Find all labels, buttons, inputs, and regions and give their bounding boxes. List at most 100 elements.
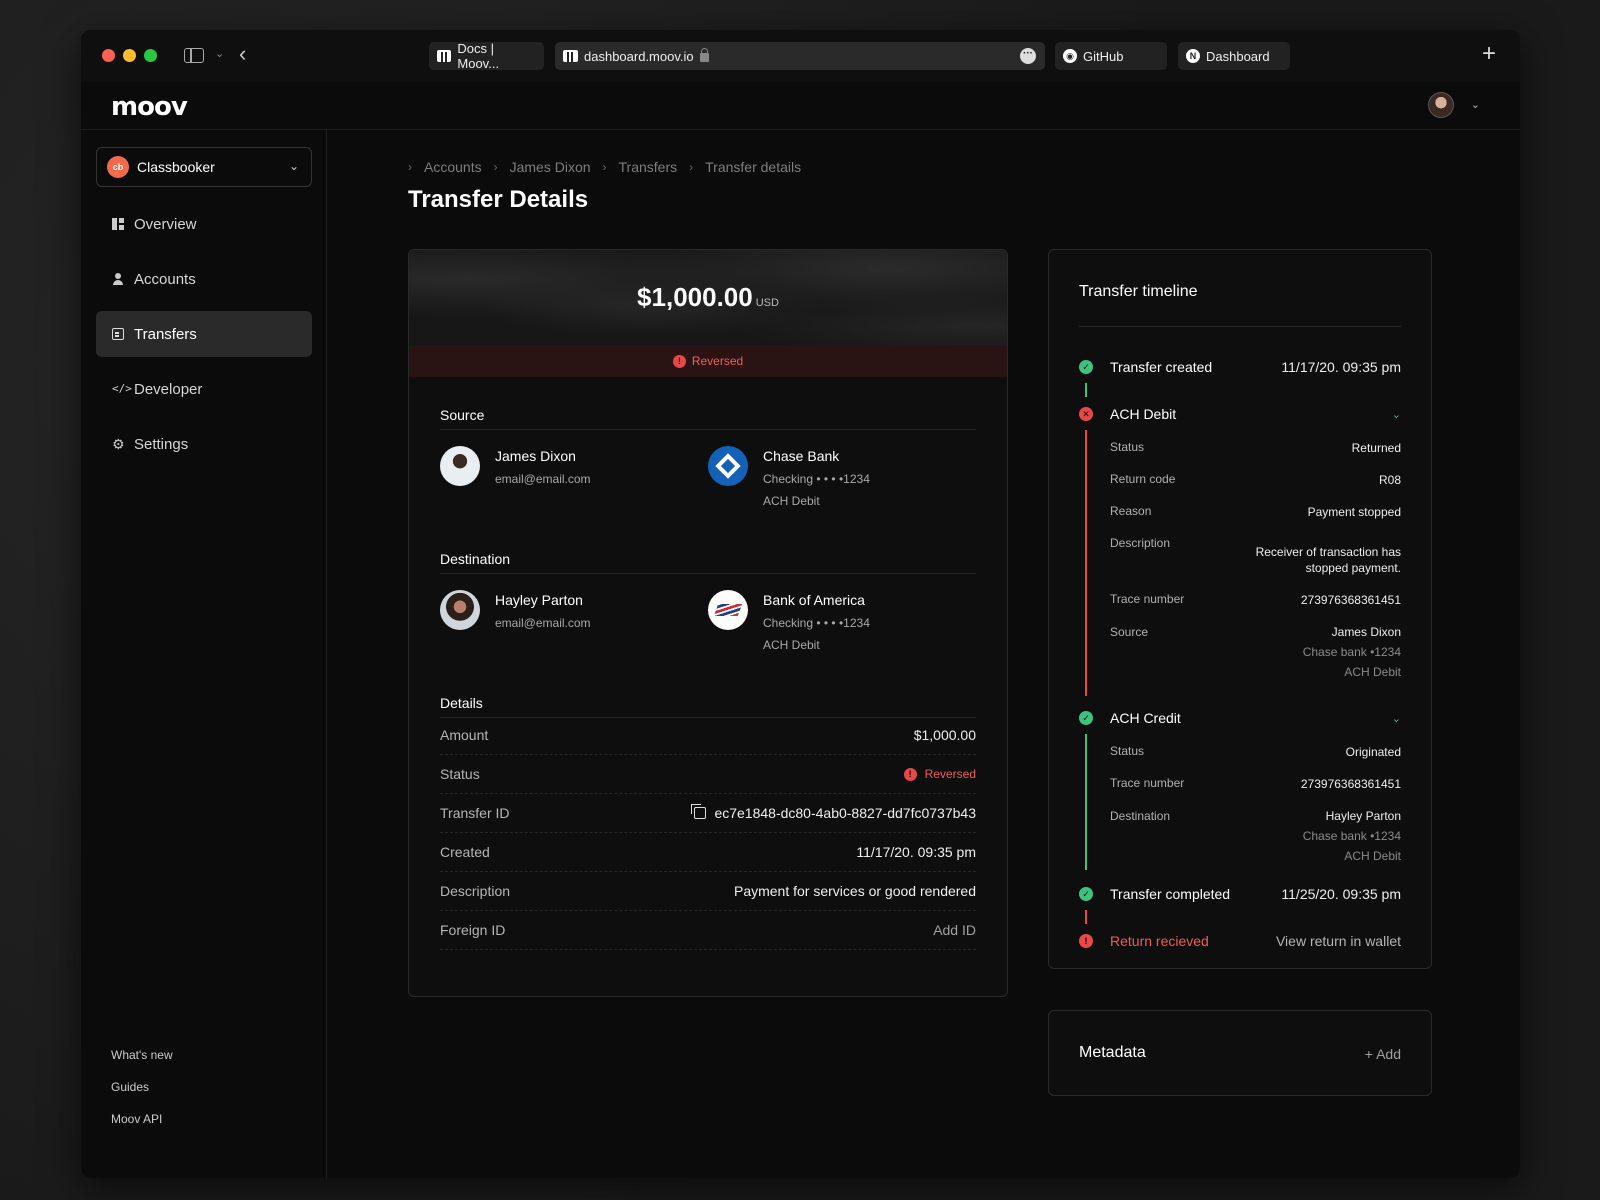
sidebar-item-label: Overview (134, 215, 197, 233)
amount-header: $1,000.00 USD (409, 250, 1007, 345)
browser-tab-dashboard-url[interactable]: dashboard.moov.io ··· (555, 42, 1045, 70)
avatar (440, 590, 480, 630)
browser-tab-docs[interactable]: Docs | Moov... (429, 41, 544, 71)
chevron-right-icon: › (493, 160, 498, 174)
timeline-return-label: Return recieved (1110, 933, 1209, 949)
source-email: email@email.com (495, 472, 591, 486)
chevron-right-icon: › (602, 160, 607, 174)
avatar (440, 446, 480, 486)
whats-new-link[interactable]: What's new (111, 1048, 173, 1062)
copy-icon[interactable] (691, 804, 707, 819)
chase-bank-icon (708, 446, 748, 486)
credit-key: Trace number (1110, 776, 1185, 790)
source-method: ACH Debit (763, 494, 820, 508)
github-icon: ◉ (1063, 49, 1077, 63)
guides-link[interactable]: Guides (111, 1080, 149, 1094)
new-tab-icon[interactable]: + (1482, 40, 1496, 68)
destination-bank: Chase bank •1234 (1302, 829, 1401, 843)
debit-key: Status (1110, 440, 1145, 454)
destination-bank[interactable]: Bank of America Checking • • • •1234 ACH… (708, 590, 870, 652)
details-heading: Details (440, 695, 976, 718)
chevron-down-icon: ⌄ (288, 159, 299, 173)
add-metadata-button[interactable]: + Add (1365, 1046, 1401, 1062)
source-bank: Chase bank •1234 (1302, 645, 1401, 659)
source-bank[interactable]: Chase Bank Checking • • • •1234 ACH Debi… (708, 446, 870, 508)
detail-value: Payment for services or good rendered (733, 883, 976, 899)
breadcrumb-transfers[interactable]: Transfers (619, 159, 678, 176)
chevron-down-icon[interactable]: ⌄ (215, 47, 224, 60)
detail-row-status: Status ! Reversed (440, 755, 976, 794)
more-options-icon[interactable]: ··· (1020, 48, 1036, 64)
metadata-title: Metadata (1079, 1044, 1146, 1061)
check-icon: ✓ (1079, 360, 1093, 374)
browser-tab-notion-dashboard[interactable]: N Dashboard (1178, 42, 1290, 70)
code-icon: </> (112, 382, 132, 395)
org-name: Classbooker (137, 159, 215, 175)
browser-window: ⌄ ‹ Docs | Moov... dashboard.moov.io ···… (81, 30, 1520, 1178)
timeline-debit-label[interactable]: ACH Debit (1110, 406, 1176, 422)
destination-name: Hayley Parton (1325, 809, 1401, 823)
close-window-button[interactable] (102, 49, 115, 62)
breadcrumb-accounts[interactable]: Accounts (424, 159, 482, 176)
timeline-connector (1085, 430, 1087, 696)
user-avatar[interactable] (1428, 92, 1454, 118)
source-account[interactable]: James Dixon email@email.com (440, 446, 591, 486)
debit-source-value: James Dixon Chase bank •1234 ACH Debit (1303, 624, 1401, 680)
detail-key: Foreign ID (440, 922, 506, 938)
error-x-icon: ✕ (1079, 407, 1093, 421)
credit-value: Originated (1345, 745, 1401, 759)
transfer-id-value[interactable]: ec7e1848-dc80-4ab0-8827-dd7fc0737b43 (691, 804, 976, 821)
sidebar-item-overview[interactable]: Overview (96, 201, 312, 247)
timeline-created-time: 11/17/20. 09:35 pm (1281, 359, 1401, 375)
timeline-connector (1085, 383, 1087, 397)
detail-row-description: Description Payment for services or good… (440, 872, 976, 911)
document-icon (112, 328, 124, 340)
debit-key: Trace number (1110, 592, 1185, 606)
alert-icon: ! (672, 354, 686, 368)
main-content: › Accounts › James Dixon › Transfers › T… (328, 130, 1520, 1178)
timeline-created-label: Transfer created (1110, 359, 1213, 375)
tab-label: Dashboard (1206, 48, 1270, 64)
sidebar-item-accounts[interactable]: Accounts (96, 256, 312, 302)
sidebar-item-developer[interactable]: </> Developer (96, 366, 312, 412)
destination-account[interactable]: Hayley Parton email@email.com (440, 590, 591, 630)
moov-api-link[interactable]: Moov API (111, 1112, 162, 1126)
detail-key: Created (440, 844, 490, 860)
add-foreign-id-button[interactable]: Add ID (933, 922, 976, 938)
alert-icon: ! (903, 767, 917, 781)
breadcrumb-current: Transfer details (705, 159, 802, 175)
detail-row-transfer-id: Transfer ID ec7e1848-dc80-4ab0-8827-dd7f… (440, 794, 976, 833)
status-text: Reversed (924, 767, 976, 781)
sidebar-item-settings[interactable]: ⚙ Settings (96, 421, 312, 467)
moov-logo[interactable]: moov (111, 92, 188, 122)
chevron-down-icon[interactable]: ⌄ (1392, 408, 1401, 421)
maximize-window-button[interactable] (144, 49, 157, 62)
chevron-down-icon[interactable]: ⌄ (1392, 712, 1401, 725)
sidebar-toggle-icon[interactable] (184, 48, 204, 63)
timeline-credit-label[interactable]: ACH Credit (1110, 710, 1181, 726)
sidebar-item-transfers[interactable]: Transfers (96, 311, 312, 357)
breadcrumb-account-name[interactable]: James Dixon (510, 159, 591, 176)
chevron-down-icon[interactable]: ⌄ (1471, 98, 1480, 111)
user-icon (112, 273, 124, 285)
source-name: James Dixon (1331, 625, 1401, 639)
org-switcher[interactable]: cb Classbooker ⌄ (96, 147, 312, 187)
sidebar-item-label: Settings (134, 435, 189, 453)
transfer-id-text: ec7e1848-dc80-4ab0-8827-dd7fc0737b43 (714, 805, 976, 821)
detail-row-amount: Amount $1,000.00 (440, 716, 976, 755)
debit-key: Return code (1110, 472, 1176, 486)
credit-key: Destination (1110, 809, 1171, 823)
debit-value: Returned (1351, 441, 1401, 455)
gear-icon: ⚙ (112, 436, 125, 452)
transfer-card: $1,000.00 USD ! Reversed Source James Dix… (408, 249, 1008, 997)
sidebar-item-label: Accounts (134, 270, 196, 288)
browser-tab-github[interactable]: ◉ GitHub (1055, 42, 1167, 70)
back-arrow-icon[interactable]: ‹ (239, 41, 246, 67)
source-name: James Dixon (495, 448, 576, 464)
minimize-window-button[interactable] (123, 49, 136, 62)
tab-label: Docs | Moov... (457, 41, 500, 71)
divider (1079, 326, 1401, 327)
detail-row-foreign-id: Foreign ID Add ID (440, 911, 976, 950)
source-method: ACH Debit (1344, 665, 1401, 679)
view-return-link[interactable]: View return in wallet (1276, 933, 1401, 949)
